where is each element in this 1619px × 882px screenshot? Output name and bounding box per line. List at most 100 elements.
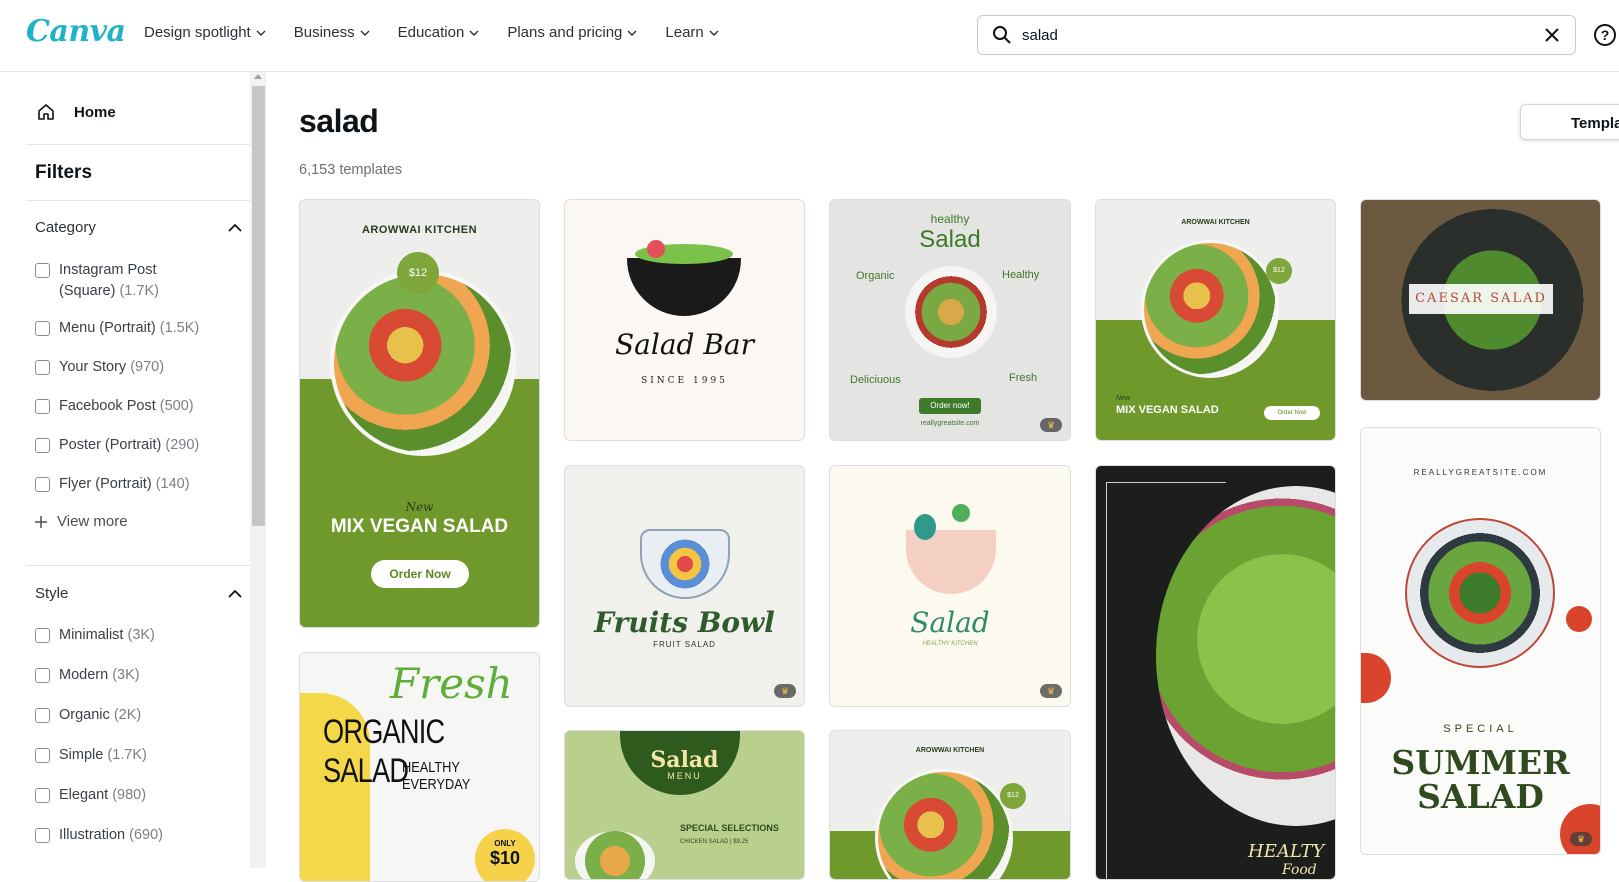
filter-option[interactable]: Elegant (980) xyxy=(35,785,235,806)
checkbox[interactable] xyxy=(35,668,50,683)
card-top-label: healthy xyxy=(930,212,970,226)
tomato-shape xyxy=(647,240,665,258)
template-card[interactable]: HEALTY Food xyxy=(1095,465,1336,880)
bowl-icon xyxy=(627,258,741,316)
template-card[interactable]: Salad HEALTHY KITCHEN ♛ xyxy=(829,465,1071,707)
nav-education[interactable]: Education xyxy=(398,24,480,41)
salad-plate-image xyxy=(905,266,997,358)
filter-option[interactable]: Illustration (690) xyxy=(35,825,235,846)
template-card[interactable]: AROWWAI KITCHEN $12 New MIX VEGAN SALAD … xyxy=(1095,199,1336,441)
divider xyxy=(26,200,250,201)
template-card[interactable]: REALLYGREATSITE.COM SPECIAL SUMMER SALAD… xyxy=(1360,427,1601,855)
template-card[interactable]: Fresh ORGANIC SALAD HEALTHY EVERYDAY ONL… xyxy=(299,652,540,882)
view-more-button[interactable]: View more xyxy=(35,513,128,530)
chevron-up-icon xyxy=(228,223,242,232)
option-count: (1.7K) xyxy=(119,283,159,299)
checkbox[interactable] xyxy=(35,263,50,278)
nav-plans-pricing[interactable]: Plans and pricing xyxy=(507,24,637,41)
crown-icon: ♛ xyxy=(1040,418,1062,432)
filter-option[interactable]: Facebook Post (500) xyxy=(35,396,235,417)
card-title: Salad xyxy=(919,226,981,253)
templates-tab-button[interactable]: Templa xyxy=(1520,104,1619,140)
checkbox[interactable] xyxy=(35,788,50,803)
filter-option[interactable]: Minimalist (3K) xyxy=(35,625,235,646)
search-icon xyxy=(993,26,1011,44)
option-count: (140) xyxy=(155,476,190,492)
search-input[interactable] xyxy=(1022,26,1543,44)
option-count: (1.7K) xyxy=(107,747,147,763)
close-icon[interactable] xyxy=(1543,26,1561,44)
filter-option[interactable]: Instagram Post (Square) (1.7K) xyxy=(35,260,235,302)
label-fresh: Fresh xyxy=(1009,372,1038,384)
category-section-toggle[interactable]: Category xyxy=(35,219,243,236)
top-navbar: Canva Design spotlight Business Educatio… xyxy=(0,0,1619,72)
option-count: (690) xyxy=(129,827,163,843)
checkbox[interactable] xyxy=(35,360,50,375)
checkbox[interactable] xyxy=(35,628,50,643)
filter-option[interactable]: Modern (3K) xyxy=(35,665,235,686)
salad-bowl-image xyxy=(575,831,655,879)
option-label: Your Story xyxy=(59,359,127,375)
filter-option[interactable]: Poster (Portrait) (290) xyxy=(35,435,235,456)
card-brand: AROWWAI KITCHEN xyxy=(361,224,478,236)
home-link[interactable]: Home xyxy=(36,102,116,122)
filters-sidebar: Home Filters Category Instagram Post (Sq… xyxy=(0,72,266,868)
option-label: Facebook Post xyxy=(59,398,156,414)
nav-business[interactable]: Business xyxy=(294,24,370,41)
checkbox[interactable] xyxy=(35,399,50,414)
card-new-label: New xyxy=(1116,395,1131,402)
salad-plate-image xyxy=(1156,486,1335,826)
fruit-bowl-image xyxy=(640,529,730,599)
card-subtitle: HEALTHY KITCHEN xyxy=(922,641,978,647)
card-title: MIX VEGAN SALAD xyxy=(1116,404,1219,416)
crown-icon: ♛ xyxy=(1570,832,1592,846)
divider xyxy=(26,144,250,145)
template-card[interactable]: Fruits Bowl FRUIT SALAD ♛ xyxy=(564,465,805,707)
checkbox[interactable] xyxy=(35,477,50,492)
scroll-up-arrow-icon[interactable] xyxy=(254,74,262,79)
card-url: REALLYGREATSITE.COM xyxy=(1413,468,1548,477)
filter-option[interactable]: Simple (1.7K) xyxy=(35,745,235,766)
home-icon xyxy=(38,104,54,120)
nav-learn[interactable]: Learn xyxy=(665,24,719,41)
filter-option[interactable]: Your Story (970) xyxy=(35,357,235,378)
help-icon[interactable]: ? xyxy=(1594,24,1616,46)
canva-logo[interactable]: Canva xyxy=(26,14,126,49)
card-brand: AROWWAI KITCHEN xyxy=(1181,219,1250,226)
checkbox[interactable] xyxy=(35,438,50,453)
template-card[interactable]: AROWWAI KITCHEN $12 New MIX VEGAN SALAD … xyxy=(299,199,540,628)
divider xyxy=(26,565,250,566)
salad-bowl-image xyxy=(875,769,1013,879)
template-card[interactable]: CAESAR SALAD xyxy=(1360,199,1601,401)
option-label: Poster (Portrait) xyxy=(59,437,162,453)
card-subtitle: FRUIT SALAD xyxy=(653,640,716,649)
filter-option[interactable]: Flyer (Portrait) (140) xyxy=(35,474,235,495)
chevron-down-icon xyxy=(469,30,479,36)
price-badge: $12 xyxy=(397,252,439,294)
price-badge: $12 xyxy=(1000,783,1026,809)
checkbox[interactable] xyxy=(35,828,50,843)
price-value: $10 xyxy=(489,848,521,868)
template-card[interactable]: Salad Bar SINCE 1995 xyxy=(564,199,805,441)
nav-label: Design spotlight xyxy=(144,24,251,41)
scrollbar-thumb[interactable] xyxy=(252,86,265,526)
template-card[interactable]: Salad MENU SPECIAL SELECTIONS CHICKEN SA… xyxy=(564,730,805,880)
checkbox[interactable] xyxy=(35,748,50,763)
divider-line xyxy=(1106,482,1226,483)
price-badge: ONLY $10 xyxy=(475,829,535,881)
option-label: Organic xyxy=(59,707,110,723)
category-title: Category xyxy=(35,219,96,236)
filter-option[interactable]: Organic (2K) xyxy=(35,705,235,726)
nav-design-spotlight[interactable]: Design spotlight xyxy=(144,24,266,41)
filter-option[interactable]: Menu (Portrait) (1.5K) xyxy=(35,318,235,339)
option-count: (500) xyxy=(159,398,194,414)
checkbox[interactable] xyxy=(35,708,50,723)
special-label: SPECIAL xyxy=(1443,723,1518,735)
template-card[interactable]: AROWWAI KITCHEN $12 xyxy=(829,730,1071,880)
card-brand: AROWWAI KITCHEN xyxy=(915,747,985,754)
template-card[interactable]: healthy Salad Organic Healthy Deliciuous… xyxy=(829,199,1071,441)
checkbox[interactable] xyxy=(35,321,50,336)
style-section-toggle[interactable]: Style xyxy=(35,585,243,602)
card-title: Fruits Bowl xyxy=(594,606,775,639)
card-title: Salad xyxy=(650,747,719,773)
